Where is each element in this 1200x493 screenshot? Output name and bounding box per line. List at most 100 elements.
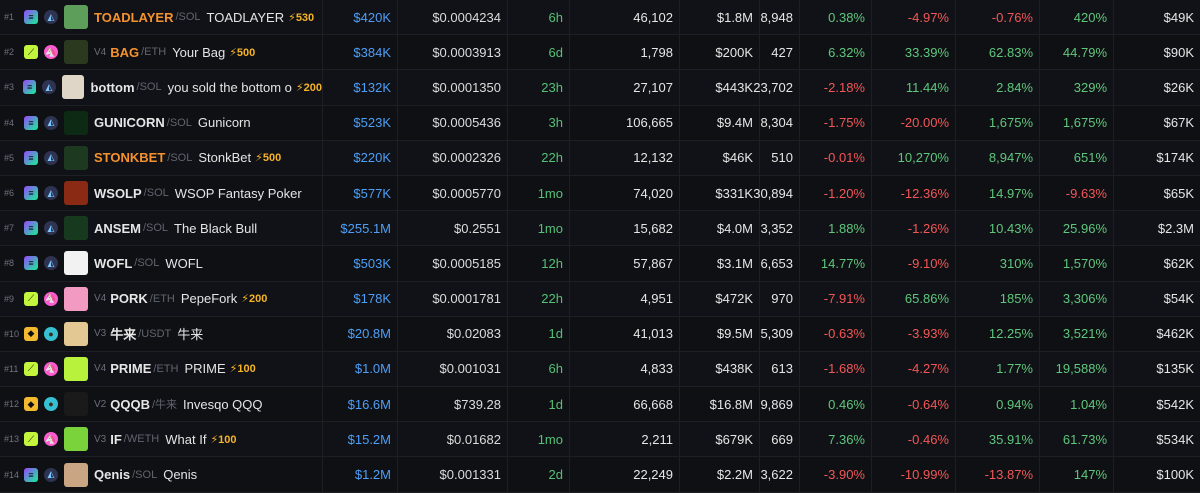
token-name[interactable]: 牛来 (177, 324, 203, 343)
token-symbol[interactable]: PRIME (110, 361, 151, 376)
table-row[interactable]: #9 ⟋ 🦄 V4 PORK/ETH PepeFork ⚡200 $178K $0.000178… (0, 281, 1200, 317)
token-name[interactable]: WSOP Fantasy Poker (175, 186, 302, 201)
change-24h-cell: 651% (1040, 140, 1114, 175)
rank-label: #8 (4, 258, 15, 269)
token-price-cell: $739.28 (398, 387, 508, 422)
rank-label: #12 (4, 399, 20, 410)
token-cell[interactable]: #10 ◆ ● V3 牛来/USDT 牛来 (0, 316, 323, 351)
market-cap-cell: $2.3M (1157, 220, 1194, 236)
volume-cell: $9.4M (680, 105, 760, 140)
age-cell: 1mo (508, 422, 570, 457)
token-name[interactable]: StonkBet (198, 150, 251, 165)
token-name[interactable]: What If (165, 432, 206, 447)
token-avatar (64, 216, 88, 241)
token-name[interactable]: The Black Bull (174, 221, 257, 236)
table-row[interactable]: #4 ≡ ◭ GUNICORN/SOL Gunicorn $523K $0.0005436 3… (0, 105, 1200, 141)
token-name[interactable]: WOFL (165, 256, 203, 271)
table-row[interactable]: #12 ◆ ● V2 QQQB/牛来 Invesqo QQQ $16.6M $739.28 1d… (0, 387, 1200, 423)
volume-cell: $331K (680, 175, 760, 211)
token-name[interactable]: Invesqo QQQ (183, 397, 262, 412)
token-cell[interactable]: #4 ≡ ◭ GUNICORN/SOL Gunicorn (0, 105, 323, 140)
uniswap-dex-icon: 🦄 (44, 291, 58, 306)
token-symbol[interactable]: TOADLAYER (94, 10, 173, 25)
token-symbol[interactable]: GUNICORN (94, 115, 165, 130)
table-row[interactable]: #6 ≡ ◭ WSOLP/SOL WSOP Fantasy Poker $577K $0.0… (0, 175, 1200, 212)
token-cell[interactable]: #12 ◆ ● V2 QQQB/牛来 Invesqo QQQ (0, 387, 323, 422)
volume-cell: $3.1M (680, 246, 760, 281)
price-cell: $20.8M (322, 316, 398, 351)
token-price-cell: $0.0001350 (398, 70, 508, 105)
token-symbol[interactable]: BAG (110, 45, 139, 60)
age-cell: 1mo (508, 175, 570, 211)
token-symbol[interactable]: STONKBET (94, 150, 165, 165)
token-symbol[interactable]: PORK (110, 291, 148, 306)
token-symbol[interactable]: IF (110, 432, 122, 447)
token-name[interactable]: Your Bag (172, 45, 225, 60)
rank-label: #3 (4, 82, 15, 93)
token-name[interactable]: PRIME (184, 361, 225, 376)
table-row[interactable]: #11 ⟋ 🦄 V4 PRIME/ETH PRIME ⚡100 $1.0M $0.001031 6… (0, 351, 1200, 388)
dex-version-label: V4 (94, 46, 107, 58)
change-24h-cell: 1.04% (1040, 387, 1114, 422)
token-symbol[interactable]: 牛来 (110, 324, 136, 343)
txns-cell: 22,249 (570, 457, 680, 492)
change-24h-cell: 44.79% (1040, 35, 1114, 70)
age-cell: 12h (508, 246, 570, 281)
change-6h-cell: 310% (956, 246, 1040, 281)
token-name[interactable]: Qenis (163, 467, 197, 482)
market-cap-cell: $65K (1163, 185, 1194, 201)
token-name[interactable]: Gunicorn (198, 115, 251, 130)
volume-cell: $443K (680, 70, 760, 105)
token-cell[interactable]: #7 ≡ ◭ ANSEM/SOL The Black Bull (0, 211, 323, 246)
token-symbol[interactable]: WOFL (94, 256, 132, 271)
table-row[interactable]: #8 ≡ ◭ WOFL/SOL WOFL $503K $0.0005185 12h 57,867… (0, 246, 1200, 282)
raydium-dex-icon: ◭ (44, 221, 58, 236)
rank-label: #7 (4, 223, 15, 234)
token-name[interactable]: you sold the bottom o (168, 80, 292, 95)
token-cell[interactable]: #11 ⟋ 🦄 V4 PRIME/ETH PRIME ⚡100 (0, 351, 323, 387)
token-symbol[interactable]: Qenis (94, 467, 130, 482)
token-cell[interactable]: #3 ≡ ◭ bottom/SOL you sold the bottom o ⚡200 (0, 70, 323, 105)
boost-badge: ⚡100 (229, 363, 256, 376)
makers-cell: 427 (760, 35, 800, 70)
token-symbol[interactable]: ANSEM (94, 221, 141, 236)
token-name[interactable]: TOADLAYER (207, 10, 285, 25)
table-row[interactable]: #2 ⟋ 🦄 V4 BAG/ETH Your Bag ⚡500 $384K $0.0003913… (0, 35, 1200, 71)
change-24h-cell: 25.96% (1040, 211, 1114, 246)
token-cell[interactable]: #1 ≡ ◭ TOADLAYER/SOL TOADLAYER ⚡530 (0, 0, 323, 35)
token-price-cell: $0.2551 (398, 211, 508, 246)
quote-token-label: /SOL (142, 222, 169, 235)
token-cell[interactable]: #14 ≡ ◭ Qenis/SOL Qenis (0, 457, 323, 492)
token-cell[interactable]: #8 ≡ ◭ WOFL/SOL WOFL (0, 246, 323, 281)
token-name[interactable]: PepeFork (181, 291, 237, 306)
token-cell[interactable]: #9 ⟋ 🦄 V4 PORK/ETH PepeFork ⚡200 (0, 281, 323, 316)
age-cell: 6h (508, 0, 570, 35)
table-row[interactable]: #1 ≡ ◭ TOADLAYER/SOL TOADLAYER ⚡530 $420K $0.00… (0, 0, 1200, 36)
makers-cell: 3,352 (760, 211, 800, 246)
token-symbol[interactable]: QQQB (110, 397, 150, 412)
quote-token-label: /SOL (132, 468, 158, 481)
change-1h-cell: -3.93% (872, 316, 956, 351)
change-5m-cell: -3.90% (800, 457, 872, 492)
makers-cell: 6,653 (760, 246, 800, 281)
token-symbol[interactable]: WSOLP (94, 186, 142, 201)
change-6h-cell: 12.25% (956, 316, 1040, 351)
change-6h-cell: 62.83% (956, 35, 1040, 70)
token-cell[interactable]: #13 ⟋ 🦄 V3 IF/WETH What If ⚡100 (0, 422, 323, 457)
table-row[interactable]: #7 ≡ ◭ ANSEM/SOL The Black Bull $255.1M $0.255… (0, 211, 1200, 247)
price-cell: $1.2M (322, 457, 398, 492)
token-cell[interactable]: #6 ≡ ◭ WSOLP/SOL WSOP Fantasy Poker (0, 175, 323, 211)
token-symbol[interactable]: bottom (90, 80, 134, 95)
token-avatar (64, 145, 88, 170)
table-row[interactable]: #10 ◆ ● V3 牛来/USDT 牛来 $20.8M $0.02083 1d 41,013 $9… (0, 316, 1200, 352)
table-row[interactable]: #14 ≡ ◭ Qenis/SOL Qenis $1.2M $0.001331 2d 22,24… (0, 457, 1200, 493)
table-row[interactable]: #13 ⟋ 🦄 V3 IF/WETH What If ⚡100 $15.2M $0.01682 1… (0, 422, 1200, 458)
quote-token-label: /牛来 (151, 399, 178, 412)
table-row[interactable]: #5 ≡ ◭ STONKBET/SOL StonkBet ⚡500 $220K $0.0002… (0, 140, 1200, 176)
price-cell: $132K (322, 70, 398, 105)
age-cell: 1d (508, 316, 570, 351)
boost-badge: ⚡200 (241, 293, 268, 306)
token-cell[interactable]: #2 ⟋ 🦄 V4 BAG/ETH Your Bag ⚡500 (0, 35, 323, 70)
table-row[interactable]: #3 ≡ ◭ bottom/SOL you sold the bottom o ⚡200 $… (0, 70, 1200, 106)
token-cell[interactable]: #5 ≡ ◭ STONKBET/SOL StonkBet ⚡500 (0, 140, 323, 175)
